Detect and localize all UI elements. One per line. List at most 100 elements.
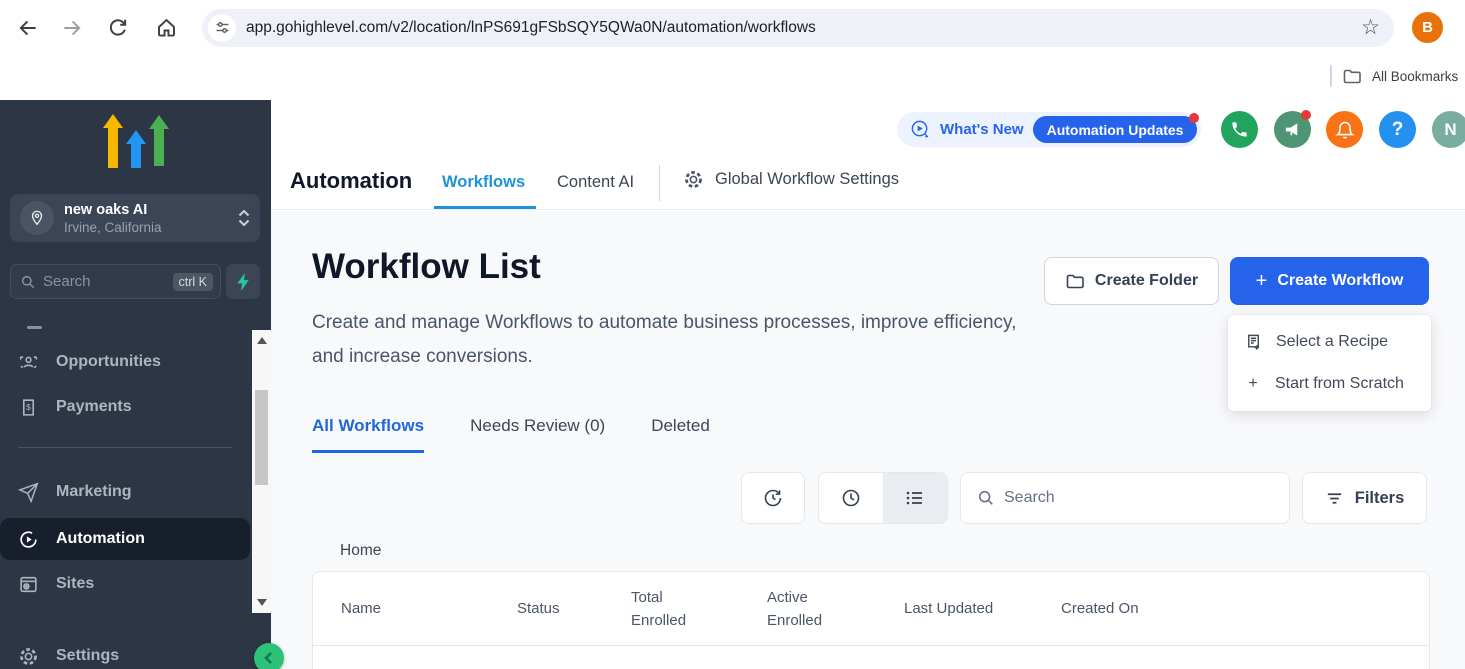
bookmarks-divider — [1330, 65, 1332, 87]
scrollbar-thumb[interactable] — [255, 390, 268, 485]
location-switcher[interactable]: new oaks AI Irvine, California — [10, 194, 260, 242]
column-header-name: Name — [341, 600, 517, 617]
recipe-document-icon — [1244, 333, 1263, 352]
list-icon — [904, 487, 926, 509]
page-section-title: Automation — [290, 168, 412, 194]
workflow-search-box[interactable] — [960, 472, 1290, 524]
sidebar-item-automation[interactable]: Automation — [0, 518, 250, 560]
sidebar-item-label: Settings — [56, 647, 119, 665]
announcement-icon — [910, 119, 931, 140]
browser-home-icon[interactable] — [154, 16, 178, 40]
sidebar: new oaks AI Irvine, California ctrl K — [0, 100, 271, 669]
whats-new-button[interactable]: What's New Automation Updates — [897, 112, 1201, 147]
nav-divider — [659, 165, 660, 201]
column-header-total-enrolled: Total Enrolled — [631, 586, 767, 632]
sidebar-item-sites[interactable]: Sites — [0, 563, 250, 605]
location-pin-icon — [20, 201, 54, 235]
marketing-icon — [18, 482, 39, 503]
scroll-up-icon[interactable] — [257, 337, 267, 344]
history-icon — [762, 487, 784, 509]
question-mark-icon: ? — [1392, 119, 1404, 141]
url-text[interactable]: app.gohighlevel.com/v2/location/lnPS691g… — [246, 19, 1361, 37]
location-city: Irvine, California — [64, 219, 238, 236]
plus-icon: + — [1244, 376, 1262, 392]
column-header-created-on: Created On — [1061, 600, 1201, 617]
filters-label: Filters — [1355, 489, 1405, 508]
help-button[interactable]: ? — [1379, 111, 1416, 148]
sidebar-item-label: Marketing — [56, 483, 132, 501]
automation-updates-badge[interactable]: Automation Updates — [1033, 116, 1198, 143]
whats-new-label: What's New — [940, 121, 1024, 138]
tab-workflows[interactable]: Workflows — [442, 173, 525, 192]
location-info: new oaks AI Irvine, California — [64, 201, 238, 236]
bell-icon — [1335, 120, 1355, 140]
app-window: new oaks AI Irvine, California ctrl K — [0, 100, 1465, 669]
tab-deleted[interactable]: Deleted — [651, 416, 710, 453]
search-shortcut-badge: ctrl K — [173, 273, 213, 291]
all-bookmarks-button[interactable]: All Bookmarks — [1330, 65, 1458, 87]
sidebar-item-label: Sites — [56, 575, 94, 593]
sidebar-item-payments[interactable]: $ Payments — [0, 386, 250, 428]
browser-profile-avatar[interactable]: B — [1412, 12, 1443, 43]
browser-reload-icon[interactable] — [106, 16, 130, 40]
scroll-down-icon[interactable] — [257, 599, 267, 606]
sidebar-collapse-button[interactable] — [254, 643, 284, 669]
filters-button[interactable]: Filters — [1302, 472, 1427, 524]
list-view-button[interactable] — [883, 473, 948, 523]
breadcrumb-home[interactable]: Home — [340, 542, 381, 560]
page-title: Workflow List — [312, 247, 541, 287]
sidebar-item-marketing[interactable]: Marketing — [0, 471, 250, 513]
search-icon — [20, 274, 36, 290]
scrolled-item-fragment — [27, 326, 42, 329]
browser-back-icon[interactable] — [16, 16, 40, 40]
menu-item-label: Start from Scratch — [1275, 375, 1404, 393]
browser-toolbar: app.gohighlevel.com/v2/location/lnPS691g… — [0, 0, 1465, 55]
svg-text:$: $ — [26, 402, 31, 412]
phone-button[interactable] — [1221, 111, 1258, 148]
chevron-left-icon — [262, 651, 276, 665]
workflow-search-input[interactable] — [1004, 489, 1289, 507]
tab-needs-review[interactable]: Needs Review (0) — [470, 416, 605, 453]
tab-all-workflows[interactable]: All Workflows — [312, 416, 424, 453]
menu-item-start-from-scratch[interactable]: + Start from Scratch — [1228, 363, 1431, 405]
history-button[interactable] — [741, 472, 805, 524]
notification-dot — [1301, 110, 1311, 120]
payments-icon: $ — [18, 397, 39, 418]
main-panel: What's New Automation Updates — [271, 100, 1465, 669]
gear-icon — [683, 169, 704, 190]
create-folder-button[interactable]: Create Folder — [1044, 257, 1219, 305]
automation-nav-bar: Automation Workflows Content AI Global W… — [271, 155, 1465, 210]
notifications-button[interactable] — [1326, 111, 1363, 148]
sidebar-item-opportunities[interactable]: Opportunities — [0, 341, 250, 383]
time-view-button[interactable] — [819, 473, 883, 523]
site-settings-icon[interactable] — [208, 14, 236, 42]
quick-actions-button[interactable] — [226, 264, 260, 299]
page-description: Create and manage Workflows to automate … — [312, 306, 1024, 374]
opportunities-icon — [18, 352, 39, 373]
create-workflow-button[interactable]: + Create Workflow — [1230, 257, 1429, 305]
sidebar-search-box[interactable]: ctrl K — [10, 264, 221, 299]
announcements-button[interactable] — [1274, 111, 1311, 148]
active-tab-underline — [434, 206, 536, 209]
folder-icon — [1065, 271, 1085, 291]
phone-icon — [1230, 120, 1249, 139]
global-workflow-settings-label: Global Workflow Settings — [715, 170, 899, 189]
bookmark-star-icon[interactable]: ☆ — [1361, 17, 1380, 38]
sidebar-scrollbar[interactable] — [252, 330, 271, 613]
user-avatar[interactable]: N — [1432, 111, 1465, 148]
column-header-last-updated: Last Updated — [904, 600, 1061, 617]
sidebar-item-settings[interactable]: Settings — [0, 635, 250, 669]
address-bar[interactable]: app.gohighlevel.com/v2/location/lnPS691g… — [202, 9, 1394, 47]
global-workflow-settings-link[interactable]: Global Workflow Settings — [683, 169, 899, 190]
menu-item-select-recipe[interactable]: Select a Recipe — [1228, 321, 1431, 363]
sidebar-search-input[interactable] — [43, 273, 173, 290]
browser-forward-icon[interactable] — [60, 16, 84, 40]
automation-icon — [18, 529, 39, 550]
tab-content-ai[interactable]: Content AI — [557, 173, 634, 192]
gohighlevel-logo-icon — [103, 112, 169, 181]
create-folder-label: Create Folder — [1095, 272, 1198, 290]
workflow-list-tabs: All Workflows Needs Review (0) Deleted — [312, 416, 710, 453]
sites-icon — [18, 574, 39, 595]
sidebar-item-label: Automation — [56, 530, 145, 548]
create-workflow-label: Create Workflow — [1277, 272, 1403, 290]
